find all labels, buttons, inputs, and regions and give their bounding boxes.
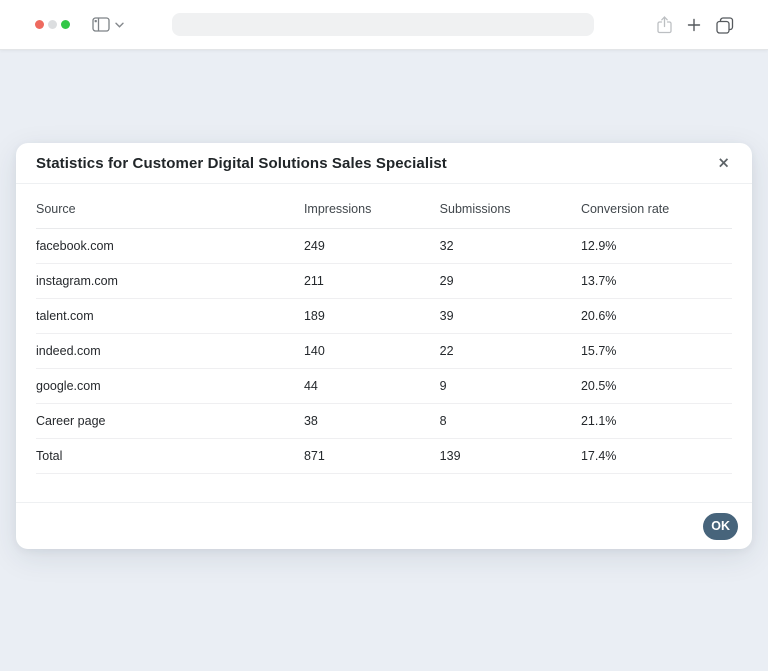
cell-conversion-rate: 21.1%	[581, 404, 732, 439]
cell-source: instagram.com	[36, 264, 304, 299]
table-row: google.com 44 9 20.5%	[36, 369, 732, 404]
cell-submissions: 32	[440, 229, 581, 264]
tabs-overview-icon[interactable]	[716, 17, 734, 34]
cell-submissions: 39	[440, 299, 581, 334]
cell-impressions: 871	[304, 439, 440, 474]
cell-source: indeed.com	[36, 334, 304, 369]
share-icon[interactable]	[657, 16, 672, 34]
table-row: indeed.com 140 22 15.7%	[36, 334, 732, 369]
column-header-impressions: Impressions	[304, 184, 440, 229]
cell-submissions: 139	[440, 439, 581, 474]
table-row: facebook.com 249 32 12.9%	[36, 229, 732, 264]
cell-impressions: 140	[304, 334, 440, 369]
table-row: Career page 38 8 21.1%	[36, 404, 732, 439]
window-close-button[interactable]	[35, 20, 44, 29]
cell-conversion-rate: 15.7%	[581, 334, 732, 369]
cell-conversion-rate: 20.5%	[581, 369, 732, 404]
modal-title: Statistics for Customer Digital Solution…	[36, 155, 447, 172]
cell-impressions: 249	[304, 229, 440, 264]
ok-button[interactable]: OK	[703, 513, 738, 540]
close-icon[interactable]: ×	[715, 154, 732, 173]
statistics-table: Source Impressions Submissions Conversio…	[36, 184, 732, 474]
cell-impressions: 38	[304, 404, 440, 439]
statistics-modal: Statistics for Customer Digital Solution…	[16, 143, 752, 549]
new-tab-plus-icon[interactable]	[687, 18, 701, 32]
table-row: Total 871 139 17.4%	[36, 439, 732, 474]
cell-conversion-rate: 17.4%	[581, 439, 732, 474]
cell-submissions: 22	[440, 334, 581, 369]
modal-header: Statistics for Customer Digital Solution…	[16, 143, 752, 184]
cell-source: talent.com	[36, 299, 304, 334]
cell-submissions: 29	[440, 264, 581, 299]
window-zoom-button[interactable]	[61, 20, 70, 29]
cell-impressions: 44	[304, 369, 440, 404]
chevron-down-icon[interactable]	[115, 22, 124, 28]
sidebar-toggle-icon[interactable]	[92, 17, 110, 32]
cell-submissions: 9	[440, 369, 581, 404]
table-row: instagram.com 211 29 13.7%	[36, 264, 732, 299]
window-minimize-button[interactable]	[48, 20, 57, 29]
cell-impressions: 211	[304, 264, 440, 299]
cell-submissions: 8	[440, 404, 581, 439]
cell-source: facebook.com	[36, 229, 304, 264]
cell-impressions: 189	[304, 299, 440, 334]
browser-toolbar	[0, 0, 768, 50]
cell-source: Total	[36, 439, 304, 474]
table-header-row: Source Impressions Submissions Conversio…	[36, 184, 732, 229]
cell-conversion-rate: 20.6%	[581, 299, 732, 334]
column-header-submissions: Submissions	[440, 184, 581, 229]
address-bar[interactable]	[172, 13, 594, 36]
modal-footer: OK	[16, 502, 752, 549]
column-header-conversion-rate: Conversion rate	[581, 184, 732, 229]
cell-source: Career page	[36, 404, 304, 439]
table-row: talent.com 189 39 20.6%	[36, 299, 732, 334]
cell-conversion-rate: 12.9%	[581, 229, 732, 264]
cell-source: google.com	[36, 369, 304, 404]
cell-conversion-rate: 13.7%	[581, 264, 732, 299]
column-header-source: Source	[36, 184, 304, 229]
window-controls	[35, 20, 70, 29]
